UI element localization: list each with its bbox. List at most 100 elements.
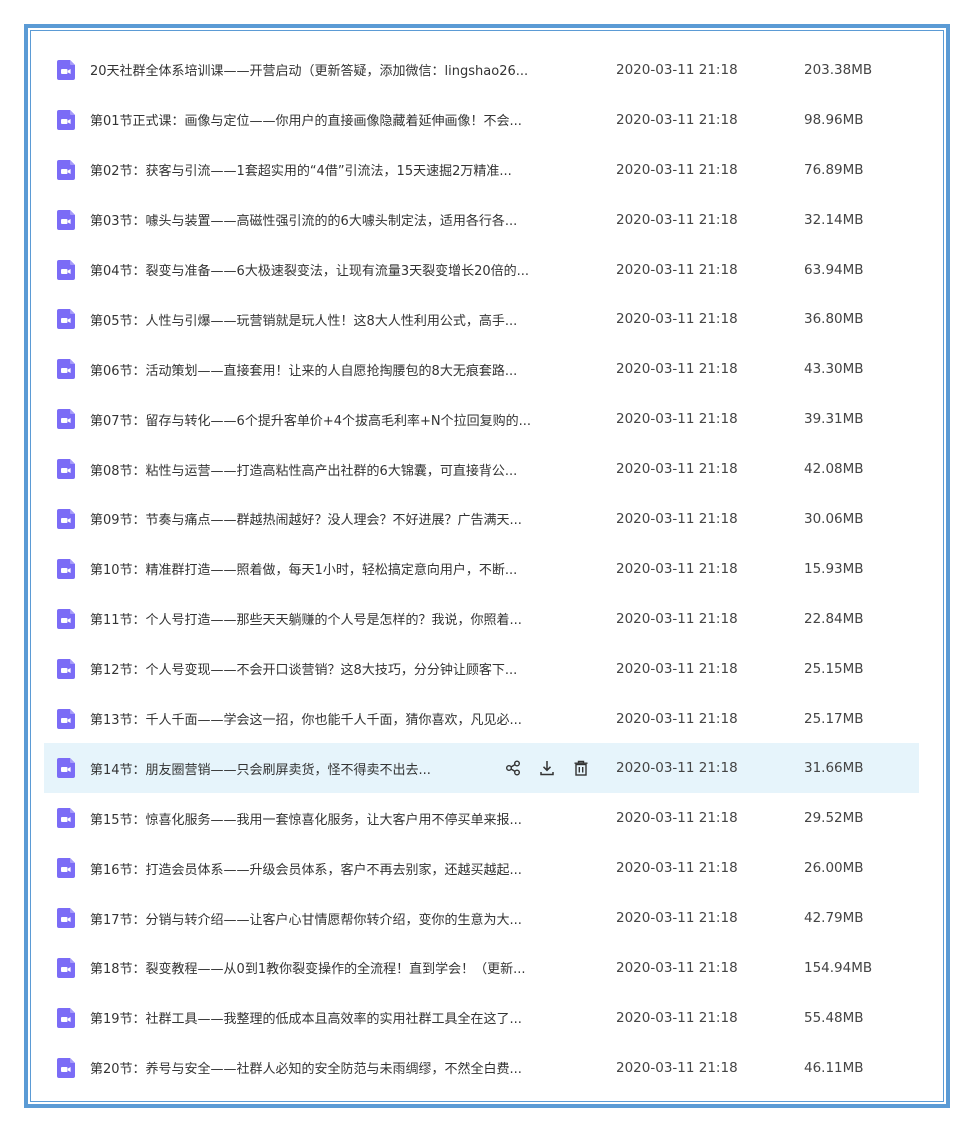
video-file-icon xyxy=(57,459,75,480)
video-file-icon xyxy=(57,159,75,180)
file-date: 2020-03-11 21:18 xyxy=(616,361,738,378)
file-name[interactable]: 第16节：打造会员体系——升级会员体系，客户不再去别家，还越买越起... xyxy=(90,859,610,878)
file-date: 2020-03-11 21:18 xyxy=(616,1009,738,1026)
video-file-icon xyxy=(57,1057,75,1078)
file-name[interactable]: 第01节正式课：画像与定位——你用户的直接画像隐藏着延伸画像！不会... xyxy=(90,110,610,129)
file-name[interactable]: 第11节：个人号打造——那些天天躺赚的个人号是怎样的？我说，你照着... xyxy=(90,609,610,628)
file-date: 2020-03-11 21:18 xyxy=(616,111,738,128)
file-size: 25.17MB xyxy=(804,710,864,727)
file-size: 26.00MB xyxy=(804,860,864,877)
file-size: 36.80MB xyxy=(804,311,864,328)
video-file-icon xyxy=(57,259,75,280)
file-name[interactable]: 第03节：噱头与装置——高磁性强引流的的6大噱头制定法，适用各行各... xyxy=(90,210,610,229)
file-row[interactable]: 第12节：个人号变现——不会开口谈营销？这8大技巧，分分钟让顾客下... 202… xyxy=(44,644,919,694)
file-name[interactable]: 第05节：人性与引爆——玩营销就是玩人性！这8大人性利用公式，高手... xyxy=(90,310,610,329)
file-date: 2020-03-11 21:18 xyxy=(616,959,738,976)
file-date: 2020-03-11 21:18 xyxy=(616,261,738,278)
file-row[interactable]: 20天社群全体系培训课——开营启动（更新答疑，添加微信：lingshao26..… xyxy=(44,45,919,95)
file-date: 2020-03-11 21:18 xyxy=(616,660,738,677)
delete-icon[interactable] xyxy=(572,759,590,777)
row-actions xyxy=(504,759,590,777)
file-row[interactable]: 第14节：朋友圈营销——只会刷屏卖货，怪不得卖不出去... 2020-03-11… xyxy=(44,743,919,794)
file-size: 63.94MB xyxy=(804,261,864,278)
file-size: 203.38MB xyxy=(804,61,873,78)
file-name[interactable]: 第02节：获客与引流——1套超实用的“4借”引流法，15天速掘2万精准... xyxy=(90,160,610,179)
file-date: 2020-03-11 21:18 xyxy=(616,560,738,577)
file-date: 2020-03-11 21:18 xyxy=(616,510,738,527)
file-name[interactable]: 第18节：裂变教程——从0到1教你裂变操作的全流程！直到学会！（更新... xyxy=(90,958,610,977)
video-file-icon xyxy=(57,908,75,929)
file-row[interactable]: 第08节：粘性与运营——打造高粘性高产出社群的6大锦囊，可直接背公... 202… xyxy=(44,444,919,494)
file-name[interactable]: 第15节：惊喜化服务——我用一套惊喜化服务，让大客户用不停买单来报... xyxy=(90,809,610,828)
file-row[interactable]: 第16节：打造会员体系——升级会员体系，客户不再去别家，还越买越起... 202… xyxy=(44,843,919,893)
download-icon[interactable] xyxy=(538,759,556,777)
video-file-icon xyxy=(57,558,75,579)
video-file-icon xyxy=(57,658,75,679)
file-size: 43.30MB xyxy=(804,361,864,378)
file-size: 32.14MB xyxy=(804,211,864,228)
file-size: 29.52MB xyxy=(804,810,864,827)
file-row[interactable]: 第18节：裂变教程——从0到1教你裂变操作的全流程！直到学会！（更新... 20… xyxy=(44,943,919,993)
file-row[interactable]: 第10节：精准群打造——照着做，每天1小时，轻松搞定意向用户，不断... 202… xyxy=(44,544,919,594)
video-file-icon xyxy=(57,808,75,829)
file-size: 46.11MB xyxy=(804,1059,864,1076)
file-date: 2020-03-11 21:18 xyxy=(616,1059,738,1076)
file-list-panel: 20天社群全体系培训课——开营启动（更新答疑，添加微信：lingshao26..… xyxy=(24,24,950,1108)
file-name[interactable]: 第04节：裂变与准备——6大极速裂变法，让现有流量3天裂变增长20倍的... xyxy=(90,260,610,279)
file-name[interactable]: 20天社群全体系培训课——开营启动（更新答疑，添加微信：lingshao26..… xyxy=(90,60,610,79)
file-size: 31.66MB xyxy=(804,760,864,777)
file-name[interactable]: 第19节：社群工具——我整理的低成本且高效率的实用社群工具全在这了... xyxy=(90,1008,610,1027)
video-file-icon xyxy=(57,209,75,230)
file-name[interactable]: 第13节：千人千面——学会这一招，你也能千人千面，猜你喜欢，凡见必... xyxy=(90,709,610,728)
file-row[interactable]: 第07节：留存与转化——6个提升客单价+4个拔高毛利率+N个拉回复购的... 2… xyxy=(44,394,919,444)
file-row[interactable]: 第17节：分销与转介绍——让客户心甘情愿帮你转介绍，变你的生意为大... 202… xyxy=(44,893,919,943)
file-date: 2020-03-11 21:18 xyxy=(616,461,738,478)
file-name[interactable]: 第17节：分销与转介绍——让客户心甘情愿帮你转介绍，变你的生意为大... xyxy=(90,909,610,928)
file-date: 2020-03-11 21:18 xyxy=(616,910,738,927)
file-date: 2020-03-11 21:18 xyxy=(616,311,738,328)
file-row[interactable]: 第09节：节奏与痛点——群越热闹越好？没人理会？不好进展？广告满天... 202… xyxy=(44,494,919,544)
file-row[interactable]: 第01节正式课：画像与定位——你用户的直接画像隐藏着延伸画像！不会... 202… xyxy=(44,95,919,145)
file-size: 30.06MB xyxy=(804,510,864,527)
file-row[interactable]: 第06节：活动策划——直接套用！让来的人自愿抢掏腰包的8大无痕套路... 202… xyxy=(44,344,919,394)
file-row[interactable]: 第03节：噱头与装置——高磁性强引流的的6大噱头制定法，适用各行各... 202… xyxy=(44,195,919,245)
file-row[interactable]: 第11节：个人号打造——那些天天躺赚的个人号是怎样的？我说，你照着... 202… xyxy=(44,594,919,644)
video-file-icon xyxy=(57,359,75,380)
file-name[interactable]: 第07节：留存与转化——6个提升客单价+4个拔高毛利率+N个拉回复购的... xyxy=(90,410,610,429)
video-file-icon xyxy=(57,858,75,879)
file-row[interactable]: 第02节：获客与引流——1套超实用的“4借”引流法，15天速掘2万精准... 2… xyxy=(44,145,919,195)
file-row[interactable]: 第05节：人性与引爆——玩营销就是玩人性！这8大人性利用公式，高手... 202… xyxy=(44,294,919,344)
file-size: 42.79MB xyxy=(804,910,864,927)
file-date: 2020-03-11 21:18 xyxy=(616,860,738,877)
file-size: 25.15MB xyxy=(804,660,864,677)
file-row[interactable]: 第13节：千人千面——学会这一招，你也能千人千面，猜你喜欢，凡见必... 202… xyxy=(44,694,919,744)
file-size: 98.96MB xyxy=(804,111,864,128)
file-name[interactable]: 第10节：精准群打造——照着做，每天1小时，轻松搞定意向用户，不断... xyxy=(90,559,610,578)
file-date: 2020-03-11 21:18 xyxy=(616,211,738,228)
video-file-icon xyxy=(57,608,75,629)
file-name[interactable]: 第06节：活动策划——直接套用！让来的人自愿抢掏腰包的8大无痕套路... xyxy=(90,360,610,379)
file-size: 15.93MB xyxy=(804,560,864,577)
file-size: 42.08MB xyxy=(804,461,864,478)
video-file-icon xyxy=(57,508,75,529)
file-name[interactable]: 第20节：养号与安全——社群人必知的安全防范与未雨绸缪，不然全白费... xyxy=(90,1058,610,1077)
file-name[interactable]: 第09节：节奏与痛点——群越热闹越好？没人理会？不好进展？广告满天... xyxy=(90,509,610,528)
video-file-icon xyxy=(57,708,75,729)
video-file-icon xyxy=(57,109,75,130)
file-date: 2020-03-11 21:18 xyxy=(616,810,738,827)
file-row[interactable]: 第19节：社群工具——我整理的低成本且高效率的实用社群工具全在这了... 202… xyxy=(44,993,919,1043)
file-date: 2020-03-11 21:18 xyxy=(616,161,738,178)
video-file-icon xyxy=(57,957,75,978)
file-name[interactable]: 第12节：个人号变现——不会开口谈营销？这8大技巧，分分钟让顾客下... xyxy=(90,659,610,678)
file-row[interactable]: 第15节：惊喜化服务——我用一套惊喜化服务，让大客户用不停买单来报... 202… xyxy=(44,793,919,843)
file-row[interactable]: 第20节：养号与安全——社群人必知的安全防范与未雨绸缪，不然全白费... 202… xyxy=(44,1043,919,1093)
video-file-icon xyxy=(57,309,75,330)
file-row[interactable]: 第04节：裂变与准备——6大极速裂变法，让现有流量3天裂变增长20倍的... 2… xyxy=(44,245,919,295)
file-date: 2020-03-11 21:18 xyxy=(616,760,738,777)
video-file-icon xyxy=(57,758,75,779)
share-icon[interactable] xyxy=(504,759,522,777)
file-date: 2020-03-11 21:18 xyxy=(616,610,738,627)
file-date: 2020-03-11 21:18 xyxy=(616,61,738,78)
file-name[interactable]: 第08节：粘性与运营——打造高粘性高产出社群的6大锦囊，可直接背公... xyxy=(90,460,610,479)
file-size: 76.89MB xyxy=(804,161,864,178)
